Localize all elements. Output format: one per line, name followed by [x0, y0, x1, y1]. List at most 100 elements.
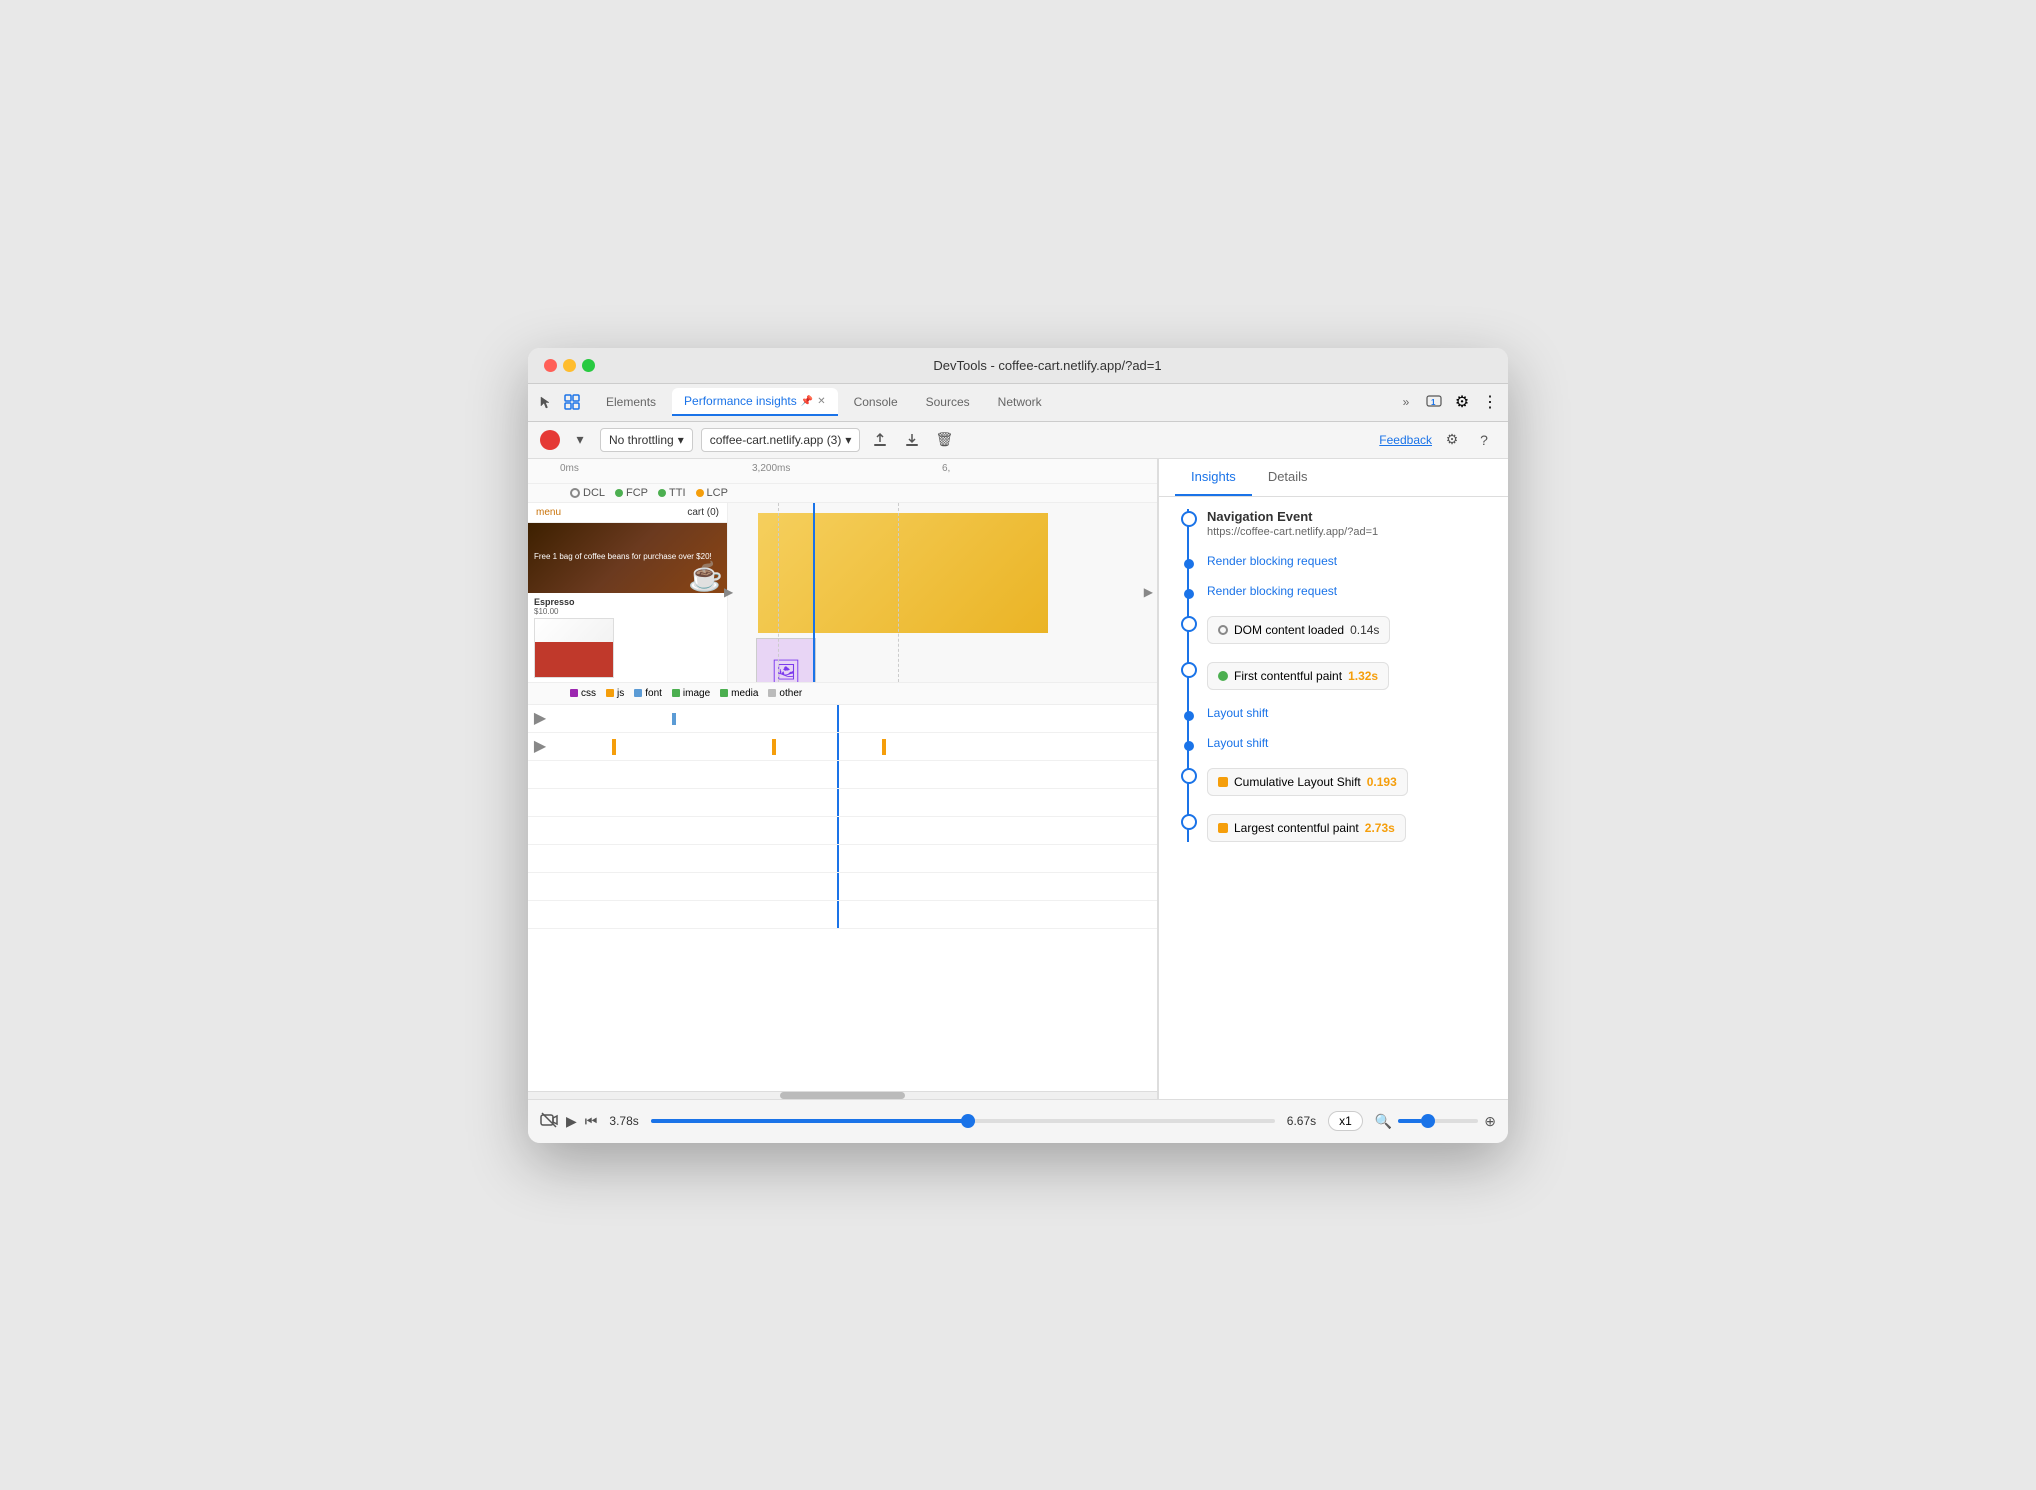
cursor-overlay-6 — [837, 845, 839, 872]
dropdown-arrow[interactable]: ▾ — [568, 428, 592, 452]
zoom-controls: 🔍 ⊕ — [1375, 1113, 1496, 1130]
timeline-cursor[interactable] — [813, 503, 815, 682]
close-tab-icon[interactable]: ✕ — [817, 396, 825, 407]
speed-button[interactable]: x1 — [1328, 1111, 1363, 1131]
expand-left-icon[interactable]: ▶ — [724, 585, 733, 599]
tab-bar: Elements Performance insights 📌 ✕ Consol… — [528, 384, 1508, 422]
window-title: DevTools - coffee-cart.netlify.app/?ad=1 — [603, 358, 1492, 373]
yellow-bar-2 — [772, 739, 776, 755]
upload-icon[interactable] — [868, 428, 892, 452]
layout-shift-link-1[interactable]: Layout shift — [1207, 706, 1492, 720]
delete-icon[interactable]: 🗑 — [932, 428, 956, 452]
dashed-line-1 — [778, 503, 779, 682]
toolbar: ▾ No throttling ▾ coffee-cart.netlify.ap… — [528, 422, 1508, 459]
feedback-link[interactable]: Feedback — [1379, 433, 1432, 447]
insight-item-render-blocking-1: Render blocking request — [1207, 554, 1492, 568]
throttling-chevron-icon: ▾ — [678, 433, 684, 447]
cursor-icon[interactable] — [536, 392, 556, 412]
tab-sources[interactable]: Sources — [914, 389, 982, 415]
camera-off-icon[interactable] — [540, 1111, 558, 1132]
lcp-label: LCP — [707, 487, 728, 499]
insight-node-rb1 — [1184, 559, 1194, 569]
fcp-badge-icon — [1218, 671, 1228, 681]
minimize-button[interactable] — [563, 359, 576, 372]
pin-icon: 📌 — [801, 396, 813, 407]
network-rows: ▶ ▶ — [528, 705, 1157, 1091]
menu-icon[interactable]: ⋮ — [1480, 392, 1500, 412]
settings2-icon[interactable]: ⚙ — [1440, 428, 1464, 452]
lcp-thumbnail: 🖼 — [756, 638, 816, 683]
close-button[interactable] — [544, 359, 557, 372]
inspect-icon[interactable] — [562, 392, 582, 412]
insight-item-cls: Cumulative Layout Shift 0.193 — [1207, 766, 1492, 796]
scrollbar-thumb[interactable] — [780, 1092, 906, 1099]
maximize-button[interactable] — [582, 359, 595, 372]
tab-performance-label: Performance insights — [684, 394, 797, 408]
url-dropdown[interactable]: coffee-cart.netlify.app (3) ▾ — [701, 428, 861, 452]
time-end: 6.67s — [1287, 1114, 1316, 1128]
network-bar-area-5 — [552, 817, 1157, 844]
notifications-icon[interactable]: 1 — [1424, 392, 1444, 412]
product-name-1: Espresso — [534, 597, 721, 607]
render-blocking-link-2[interactable]: Render blocking request — [1207, 584, 1492, 598]
expand-1-icon[interactable]: ▶ — [528, 708, 552, 728]
lcp-block — [758, 513, 1048, 633]
preview-header: menu cart (0) — [528, 503, 727, 523]
network-bar-area-3 — [552, 761, 1157, 788]
throttling-dropdown[interactable]: No throttling ▾ — [600, 428, 693, 452]
skip-to-start-icon[interactable]: ⏮ — [585, 1113, 598, 1130]
progress-thumb[interactable] — [961, 1114, 975, 1128]
progress-bar[interactable] — [651, 1119, 1275, 1123]
tab-network[interactable]: Network — [986, 389, 1054, 415]
tab-sources-label: Sources — [926, 395, 970, 409]
legend-js: js — [606, 688, 624, 699]
network-bar-area-1 — [552, 705, 1157, 732]
main-content: 0ms 3,200ms 6, DCL FCP TTI — [528, 459, 1508, 1099]
tab-icons — [536, 392, 582, 412]
horizontal-scrollbar[interactable] — [528, 1091, 1157, 1099]
settings-icon[interactable]: ⚙ — [1452, 392, 1472, 412]
layout-shift-link-2[interactable]: Layout shift — [1207, 736, 1492, 750]
network-bar-area-6 — [552, 845, 1157, 872]
progress-fill — [651, 1119, 975, 1123]
tab-details-label: Details — [1268, 469, 1308, 484]
tab-performance[interactable]: Performance insights 📌 ✕ — [672, 388, 838, 416]
page-preview: menu cart (0) Free 1 bag of coffee beans… — [528, 503, 728, 682]
expand-right-icon[interactable]: ▶ — [1144, 585, 1153, 599]
other-color-icon — [768, 689, 776, 697]
css-color-icon — [570, 689, 578, 697]
download-icon[interactable] — [900, 428, 924, 452]
expand-2-icon[interactable]: ▶ — [528, 736, 552, 756]
yellow-bar-3 — [882, 739, 886, 755]
zoom-out-icon[interactable]: 🔍 — [1375, 1113, 1392, 1130]
promo-text: Free 1 bag of coffee beans for purchase … — [534, 552, 712, 562]
insight-item-navigation: Navigation Event https://coffee-cart.net… — [1207, 509, 1492, 538]
traffic-lights — [544, 359, 595, 372]
insight-item-layout-shift-1: Layout shift — [1207, 706, 1492, 720]
insight-item-layout-shift-2: Layout shift — [1207, 736, 1492, 750]
bottom-bar: ▶ ⏮ 3.78s 6.67s x1 🔍 ⊕ — [528, 1099, 1508, 1143]
throttling-label: No throttling — [609, 433, 674, 447]
dcl-badge-icon — [1218, 625, 1228, 635]
tab-console[interactable]: Console — [842, 389, 910, 415]
tab-elements[interactable]: Elements — [594, 389, 668, 415]
network-area: menu cart (0) Free 1 bag of coffee beans… — [528, 503, 1157, 683]
zoom-thumb[interactable] — [1421, 1114, 1435, 1128]
render-blocking-link-1[interactable]: Render blocking request — [1207, 554, 1492, 568]
insight-item-render-blocking-2: Render blocking request — [1207, 584, 1492, 598]
play-icon[interactable]: ▶ — [566, 1113, 577, 1130]
help-icon[interactable]: ? — [1472, 428, 1496, 452]
record-button[interactable] — [540, 430, 560, 450]
cursor-overlay-1 — [837, 705, 839, 732]
legend-other-label: other — [779, 688, 802, 699]
more-tabs-icon[interactable]: » — [1396, 392, 1416, 412]
tab-insights[interactable]: Insights — [1175, 459, 1252, 496]
network-row-2: ▶ — [528, 733, 1157, 761]
coffee-cup-icon: ☕ — [688, 560, 723, 593]
svg-text:1: 1 — [1431, 398, 1436, 407]
zoom-slider[interactable] — [1398, 1119, 1478, 1123]
yellow-bar-1 — [612, 739, 616, 755]
tab-details[interactable]: Details — [1252, 459, 1324, 496]
zoom-fill — [1398, 1119, 1422, 1123]
zoom-in-icon[interactable]: ⊕ — [1484, 1113, 1496, 1130]
